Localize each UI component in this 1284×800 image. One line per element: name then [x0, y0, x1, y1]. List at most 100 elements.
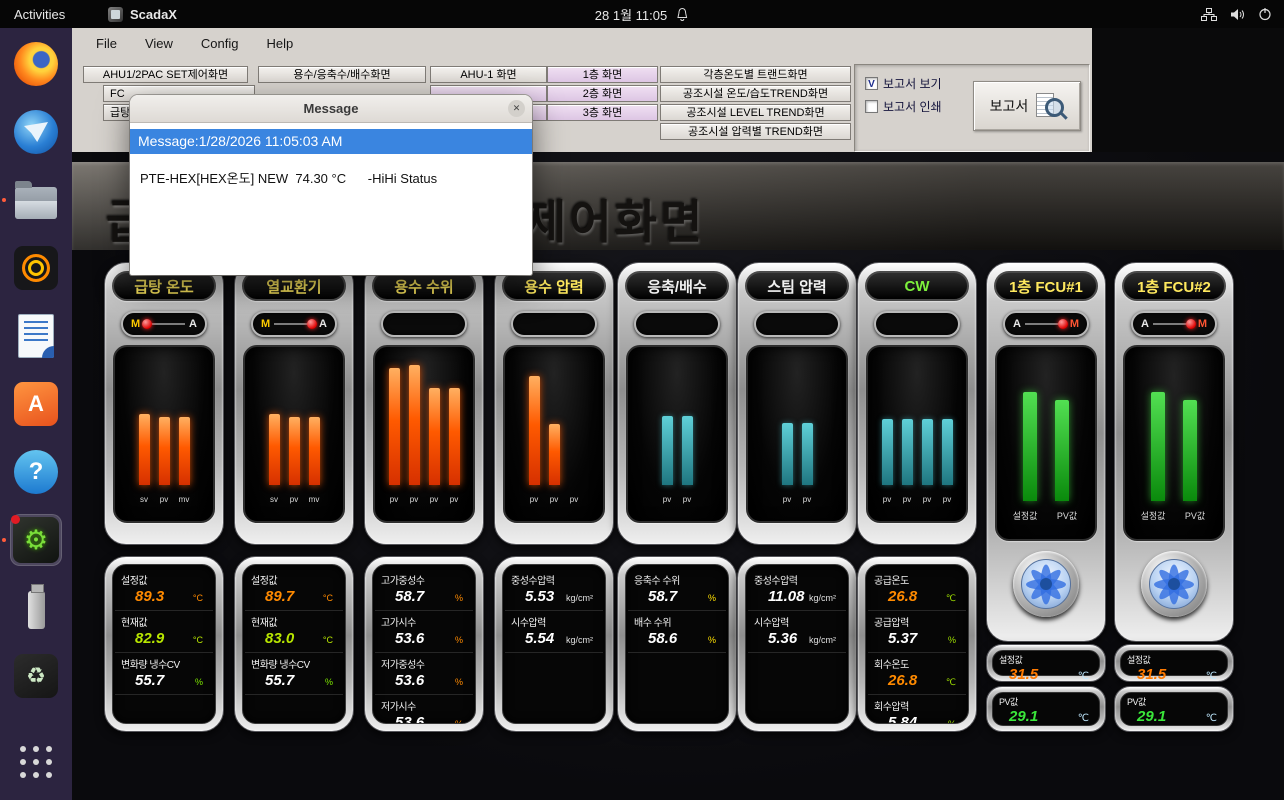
readout-pill: PV값29.1℃: [1114, 686, 1234, 732]
report-view-option[interactable]: V 보고서 보기: [865, 75, 942, 92]
readout-label: 저가시수: [381, 698, 467, 713]
bar-graph-labels: 설정값PV값: [1125, 509, 1223, 522]
readout-screen: 중성수압력11.08kg/cm²시수압력5.36kg/cm²: [745, 564, 849, 724]
readout-screen: 공급온도26.8℃공급압력5.37%회수온도26.8℃회수압력5.84%: [865, 564, 969, 724]
dock-item-scadax[interactable]: ⚙: [10, 514, 62, 566]
bar-label: PV값: [1051, 509, 1083, 522]
gauge-frame: CWpvpvpvpv: [857, 262, 977, 545]
dock-item-files[interactable]: [10, 174, 62, 226]
message-list-item-selected[interactable]: Message:1/28/2026 11:05:03 AM: [130, 129, 532, 154]
message-body: PTE-HEX[HEX온도] NEW 74.30 °C -HiHi Status: [130, 154, 532, 201]
dock-item-app-grid[interactable]: [10, 736, 62, 788]
bar-graph: [628, 361, 726, 485]
readout-row: 저가중성수53.6%: [375, 653, 473, 695]
screen-title-right: 제어화면: [524, 186, 705, 252]
usb-drive-icon: [28, 591, 45, 629]
bar-label: pv: [942, 495, 953, 504]
gauge-frame: 1층 FCU#2 AM 설정값PV값: [1114, 262, 1234, 642]
dock-item-libreoffice-writer[interactable]: [10, 310, 62, 362]
toolbar-button[interactable]: 공조시설 LEVEL TREND화면: [660, 104, 851, 121]
dock-item-media-player[interactable]: [10, 242, 62, 294]
panel-header: 급탕 온도: [112, 271, 216, 301]
readout-label: 공급압력: [874, 614, 960, 629]
bar: [429, 388, 440, 485]
trash-icon: ♻: [14, 654, 58, 698]
report-button-label: 보고서: [990, 96, 1029, 116]
readout-value: 5.84: [888, 714, 917, 724]
readout-screen: PV값29.1℃: [992, 692, 1100, 726]
toolbar-button[interactable]: AHU-1 화면: [430, 66, 547, 83]
menu-item-config[interactable]: Config: [187, 32, 253, 55]
readout-value: 5.53: [525, 588, 554, 605]
checkbox-unchecked-icon[interactable]: [865, 100, 878, 113]
bar-graph: [115, 361, 213, 485]
readout-row: 저가시수53.6%: [375, 695, 473, 724]
panel-title: 1층 FCU#2: [1137, 276, 1211, 297]
bar-label: pv: [549, 495, 560, 504]
toolbar-button[interactable]: 2층 화면: [547, 85, 658, 102]
dock-item-trash[interactable]: ♻: [10, 650, 62, 702]
bar: [802, 423, 813, 485]
bar: [1055, 400, 1069, 501]
report-print-option[interactable]: 보고서 인쇄: [865, 98, 942, 115]
bell-icon: [676, 7, 689, 21]
readout-row: 회수압력5.84%: [868, 695, 966, 724]
mode-toggle[interactable]: AM: [1003, 311, 1089, 337]
readout-label: 설정값: [999, 653, 1093, 666]
gauge-frame: 열교환기MAsvpvmv: [234, 262, 354, 545]
readout-row: 설정값31.5℃: [999, 653, 1093, 683]
readout-value: 82.9: [135, 630, 164, 647]
dock-item-ubuntu-software[interactable]: A: [10, 378, 62, 430]
readout-row: PV값29.1℃: [999, 695, 1093, 725]
dock-item-thunderbird[interactable]: [10, 106, 62, 158]
readout-frame: 공급온도26.8℃공급압력5.37%회수온도26.8℃회수압력5.84%: [857, 556, 977, 732]
readout-screen: 설정값89.3°C현재값82.9°C변화량 냉수CV55.7%: [112, 564, 216, 724]
bar: [449, 388, 460, 485]
gauge-panel-p3: 용수 수위pvpvpvpv고가중성수58.7%고가시수53.6%저가중성수53.…: [364, 262, 484, 800]
menu-item-view[interactable]: View: [131, 32, 187, 55]
readout-value: 5.37: [888, 630, 917, 647]
readout-unit: °C: [323, 635, 333, 645]
toolbar-button[interactable]: AHU1/2PAC SET제어화면: [83, 66, 248, 83]
toolbar-button[interactable]: 용수/응축수/배수화면: [258, 66, 426, 83]
readout-screen: 설정값89.7°C현재값83.0°C변화량 냉수CV55.7%: [242, 564, 346, 724]
readout-label: 설정값: [1127, 653, 1221, 666]
mode-toggle[interactable]: MA: [121, 311, 207, 337]
activities-button[interactable]: Activities: [14, 0, 65, 28]
gauge-screen: 설정값PV값: [1123, 345, 1225, 541]
mode-toggle[interactable]: AM: [1131, 311, 1217, 337]
bar-label: sv: [269, 495, 280, 504]
toolbar-button[interactable]: 3층 화면: [547, 104, 658, 121]
panel-title: 열교환기: [266, 276, 321, 297]
readout-screen: 설정값31.5℃: [1120, 650, 1228, 676]
checkbox-checked-icon[interactable]: V: [865, 77, 878, 90]
toolbar-button[interactable]: 1층 화면: [547, 66, 658, 83]
dock-item-usb-drive[interactable]: [10, 582, 62, 634]
focused-app-menu[interactable]: ScadaX: [108, 0, 177, 28]
chrome-filler: [1092, 28, 1284, 152]
readout-value: 89.3: [135, 588, 164, 605]
gauge-panel-p1: 급탕 온도MAsvpvmv설정값89.3°C현재값82.9°C변화량 냉수CV5…: [104, 262, 224, 800]
toolbar-button[interactable]: 공조시설 압력별 TREND화면: [660, 123, 851, 140]
media-player-icon: [14, 246, 58, 290]
toolbar-button[interactable]: 각층온도별 트랜드화면: [660, 66, 851, 83]
mode-toggle[interactable]: MA: [251, 311, 337, 337]
panel-header: 1층 FCU#1: [994, 271, 1098, 301]
dock-item-help[interactable]: ?: [10, 446, 62, 498]
bar-label: mv: [179, 495, 190, 504]
status-lens: [754, 311, 840, 337]
dialog-titlebar[interactable]: Message ✕: [130, 95, 532, 123]
bar: [902, 419, 913, 485]
clock-menu[interactable]: 28 1월 11:05: [595, 0, 689, 28]
dock-item-firefox[interactable]: [10, 38, 62, 90]
toolbar-button[interactable]: 공조시설 온도/습도TREND화면: [660, 85, 851, 102]
bar: [1151, 392, 1165, 501]
dialog-close-button[interactable]: ✕: [508, 100, 525, 117]
readout-value: 53.6: [395, 714, 424, 724]
status-lens: [381, 311, 467, 337]
menu-item-help[interactable]: Help: [252, 32, 307, 55]
report-button[interactable]: 보고서: [973, 81, 1081, 131]
menu-item-file[interactable]: File: [82, 32, 131, 55]
system-indicators[interactable]: [1201, 0, 1272, 28]
bar: [682, 416, 693, 485]
